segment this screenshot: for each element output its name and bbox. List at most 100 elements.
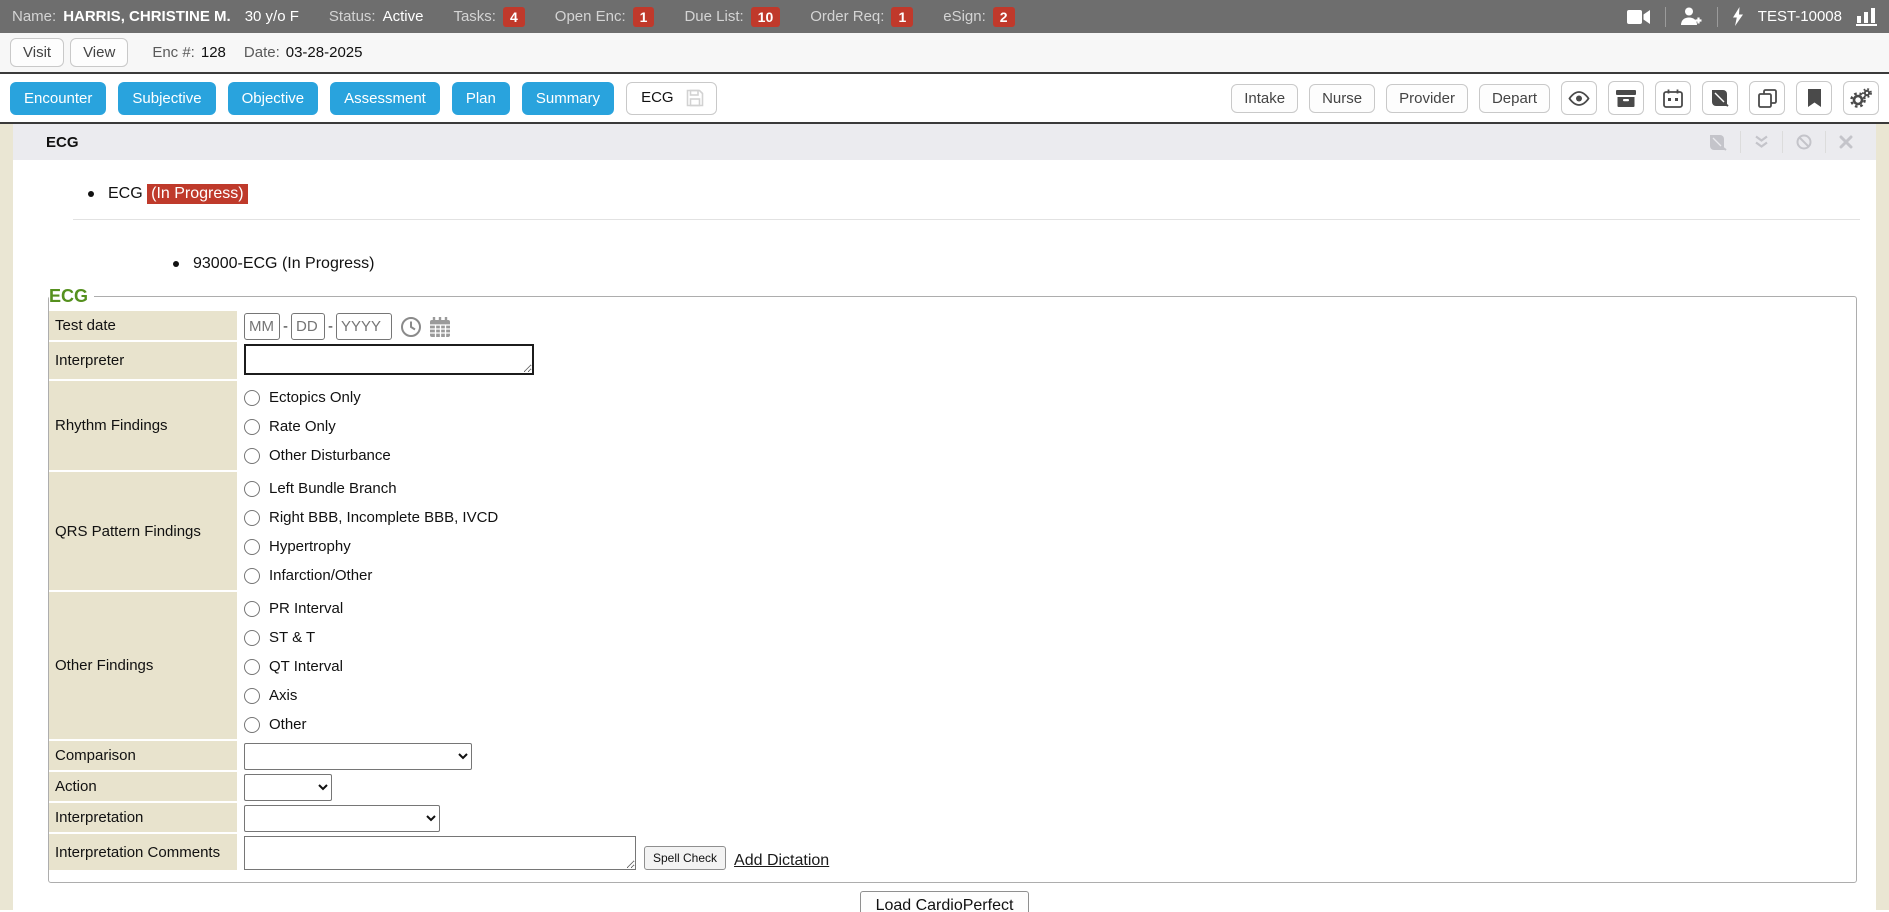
ecg-order-item[interactable]: 93000-ECG (In Progress) — [171, 254, 1876, 274]
axis-radio[interactable] — [244, 688, 260, 704]
radio-label: Other Disturbance — [269, 447, 391, 464]
tab-summary[interactable]: Summary — [522, 82, 614, 115]
comparison-row: Comparison — [49, 741, 829, 772]
infarction-other-radio[interactable] — [244, 568, 260, 584]
double-chevron-down-icon[interactable] — [1740, 131, 1782, 153]
interpretation-comments-row: Interpretation Comments Spell Check Add … — [49, 834, 829, 872]
radio-label: Axis — [269, 687, 297, 704]
radio-qt-interval[interactable]: QT Interval — [244, 652, 829, 681]
radio-label: Left Bundle Branch — [269, 480, 397, 497]
tab-ecg-label: ECG — [641, 89, 674, 106]
archive-icon[interactable] — [1608, 81, 1644, 115]
action-select[interactable] — [244, 774, 332, 801]
status-label: Status: — [329, 8, 376, 25]
eye-icon[interactable] — [1561, 81, 1597, 115]
bar-chart-icon[interactable] — [1856, 8, 1877, 26]
rate-only-radio[interactable] — [244, 419, 260, 435]
due-list-badge[interactable]: 10 — [751, 7, 781, 27]
radio-left-bundle-branch[interactable]: Left Bundle Branch — [244, 474, 829, 503]
radio-ectopics-only[interactable]: Ectopics Only — [244, 383, 829, 412]
order-req-counter[interactable]: Order Req: 1 — [810, 7, 913, 27]
calendar-icon[interactable] — [429, 316, 451, 338]
tab-encounter[interactable]: Encounter — [10, 82, 106, 115]
interpreter-input[interactable] — [244, 344, 534, 375]
tab-ecg-active[interactable]: ECG — [626, 82, 717, 115]
radio-pr-interval[interactable]: PR Interval — [244, 594, 829, 623]
close-icon[interactable] — [1825, 131, 1866, 153]
interpretation-row: Interpretation — [49, 803, 829, 834]
due-list-counter[interactable]: Due List: 10 — [684, 7, 780, 27]
right-bbb-radio[interactable] — [244, 510, 260, 526]
topbar-separator — [1717, 7, 1718, 27]
load-cardioperfect-button[interactable]: Load CardioPerfect — [860, 891, 1030, 912]
lightning-icon[interactable] — [1732, 7, 1744, 26]
action-row: Action — [49, 772, 829, 803]
copy-icon[interactable] — [1749, 81, 1785, 115]
in-progress-status-badge: (In Progress) — [147, 184, 247, 204]
qt-interval-radio[interactable] — [244, 659, 260, 675]
left-bundle-branch-radio[interactable] — [244, 481, 260, 497]
calendar-icon[interactable] — [1655, 81, 1691, 115]
patient-name: HARRIS, CHRISTINE M. — [63, 8, 231, 25]
tab-objective[interactable]: Objective — [228, 82, 319, 115]
radio-infarction-other[interactable]: Infarction/Other — [244, 561, 829, 590]
date-value: 03-28-2025 — [286, 44, 363, 61]
other-radio[interactable] — [244, 717, 260, 733]
radio-other-disturbance[interactable]: Other Disturbance — [244, 441, 829, 470]
date-separator: - — [283, 318, 288, 335]
status-value: Active — [383, 8, 424, 25]
test-date-month-input[interactable] — [244, 313, 280, 340]
ecg-panel-body: ECG (In Progress) 93000-ECG (In Progress… — [13, 160, 1876, 912]
test-date-day-input[interactable] — [291, 313, 325, 340]
radio-label: ST & T — [269, 629, 315, 646]
radio-axis[interactable]: Axis — [244, 681, 829, 710]
other-disturbance-radio[interactable] — [244, 448, 260, 464]
radio-rate-only[interactable]: Rate Only — [244, 412, 829, 441]
visit-button[interactable]: Visit — [10, 38, 64, 67]
radio-right-bbb[interactable]: Right BBB, Incomplete BBB, IVCD — [244, 503, 829, 532]
st-t-radio[interactable] — [244, 630, 260, 646]
provider-button[interactable]: Provider — [1386, 84, 1468, 113]
ectopics-only-radio[interactable] — [244, 390, 260, 406]
book-icon[interactable] — [1695, 131, 1740, 153]
clock-icon[interactable] — [400, 316, 422, 338]
gears-icon[interactable] — [1843, 81, 1879, 115]
radio-label: Rate Only — [269, 418, 336, 435]
tasks-badge[interactable]: 4 — [503, 7, 525, 27]
topbar-separator — [1665, 7, 1666, 27]
person-add-icon[interactable] — [1680, 7, 1703, 26]
hypertrophy-radio[interactable] — [244, 539, 260, 555]
other-findings-row: Other Findings PR Interval ST & T — [49, 592, 829, 741]
add-dictation-link[interactable]: Add Dictation — [734, 852, 829, 870]
spell-check-button[interactable]: Spell Check — [644, 846, 726, 870]
ledger-icon[interactable] — [1702, 81, 1738, 115]
intake-button[interactable]: Intake — [1231, 84, 1298, 113]
note-section-toolbar: Encounter Subjective Objective Assessmen… — [0, 74, 1889, 124]
bookmark-icon[interactable] — [1796, 81, 1832, 115]
tab-plan[interactable]: Plan — [452, 82, 510, 115]
order-req-badge[interactable]: 1 — [891, 7, 913, 27]
radio-st-t[interactable]: ST & T — [244, 623, 829, 652]
tasks-counter[interactable]: Tasks: 4 — [453, 7, 524, 27]
open-enc-badge[interactable]: 1 — [633, 7, 655, 27]
comparison-select[interactable] — [244, 743, 472, 770]
date-separator: - — [328, 318, 333, 335]
video-camera-icon[interactable] — [1627, 9, 1651, 25]
action-label: Action — [49, 772, 237, 803]
pr-interval-radio[interactable] — [244, 601, 260, 617]
nurse-button[interactable]: Nurse — [1309, 84, 1375, 113]
depart-button[interactable]: Depart — [1479, 84, 1550, 113]
cancel-circle-icon[interactable] — [1782, 131, 1825, 153]
tab-assessment[interactable]: Assessment — [330, 82, 440, 115]
interpretation-select[interactable] — [244, 805, 440, 832]
esign-badge[interactable]: 2 — [993, 7, 1015, 27]
open-enc-counter[interactable]: Open Enc: 1 — [555, 7, 655, 27]
radio-hypertrophy[interactable]: Hypertrophy — [244, 532, 829, 561]
view-button[interactable]: View — [70, 38, 128, 67]
ecg-progress-item[interactable]: ECG (In Progress) — [86, 184, 1876, 204]
test-date-year-input[interactable] — [336, 313, 392, 340]
tab-subjective[interactable]: Subjective — [118, 82, 215, 115]
esign-counter[interactable]: eSign: 2 — [943, 7, 1014, 27]
radio-other[interactable]: Other — [244, 710, 829, 739]
interpretation-comments-input[interactable] — [244, 836, 636, 870]
